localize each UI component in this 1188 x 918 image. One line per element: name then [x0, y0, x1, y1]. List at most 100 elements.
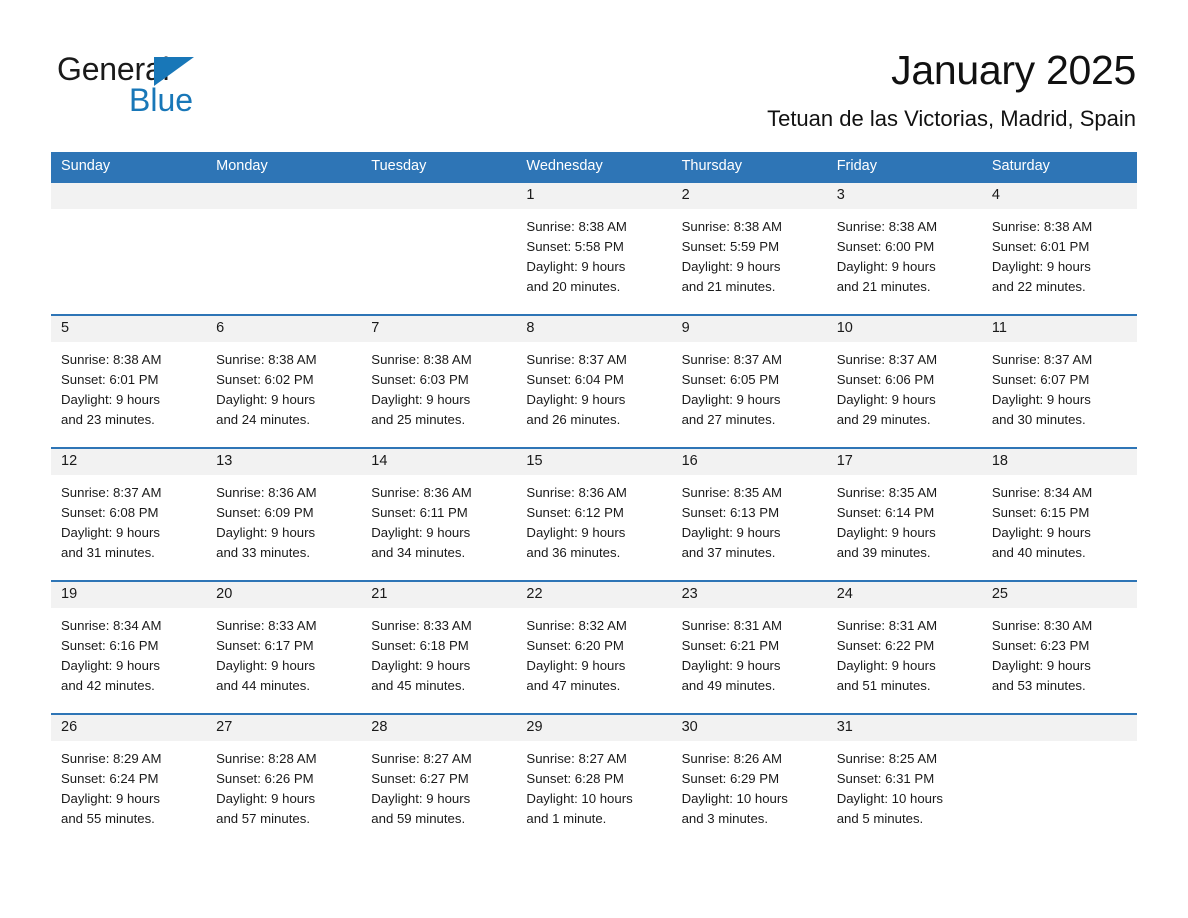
day-detail-line: Sunrise: 8:32 AM: [526, 617, 627, 633]
calendar-day-cell[interactable]: 10 Sunrise: 8:37 AM Sunset: 6:06 PM Dayligh…: [826, 315, 982, 438]
day-details: Sunrise: 8:38 AM Sunset: 5:59 PM Daylight:…: [672, 209, 827, 297]
day-details: Sunrise: 8:33 AM Sunset: 6:18 PM Daylight:…: [361, 608, 516, 696]
day-detail-line: Daylight: 9 hours: [681, 391, 781, 407]
calendar-day-cell[interactable]: 20 Sunrise: 8:33 AM Sunset: 6:17 PM Dayligh…: [206, 581, 362, 704]
day-detail-line: and 21 minutes.: [836, 278, 931, 294]
day-detail-line: Sunset: 6:17 PM: [216, 637, 314, 653]
date-number: 27: [216, 719, 233, 736]
calendar-week-row: 12 Sunrise: 8:37 AM Sunset: 6:08 PM Dayligh…: [51, 446, 1137, 571]
calendar-day-cell[interactable]: 16 Sunrise: 8:35 AM Sunset: 6:13 PM Dayligh…: [671, 448, 827, 571]
day-detail-line: and 55 minutes.: [61, 810, 155, 826]
day-detail-line: Sunrise: 8:35 AM: [681, 484, 782, 500]
day-detail-line: Sunrise: 8:37 AM: [526, 351, 627, 367]
day-details: Sunrise: 8:36 AM Sunset: 6:12 PM Daylight:…: [516, 475, 671, 563]
day-detail-line: Sunrise: 8:31 AM: [836, 617, 938, 633]
calendar-day-cell[interactable]: 31 Sunrise: 8:25 AM Sunset: 6:31 PM Dayligh…: [826, 714, 982, 837]
day-detail-line: and 20 minutes.: [526, 278, 621, 294]
day-detail-line: Daylight: 9 hours: [371, 524, 471, 540]
day-detail-line: and 33 minutes.: [216, 544, 310, 560]
calendar-day-cell[interactable]: 28 Sunrise: 8:27 AM Sunset: 6:27 PM Dayligh…: [361, 714, 517, 837]
calendar-day-cell[interactable]: 25 Sunrise: 8:30 AM Sunset: 6:23 PM Dayligh…: [981, 581, 1137, 704]
day-details: Sunrise: 8:37 AM Sunset: 6:08 PM Daylight:…: [51, 475, 206, 563]
calendar-day-cell[interactable]: 12 Sunrise: 8:37 AM Sunset: 6:08 PM Dayligh…: [51, 448, 207, 571]
date-band: 24: [826, 581, 982, 608]
page-title: January 2025: [891, 47, 1136, 93]
day-detail-line: Sunrise: 8:37 AM: [61, 484, 162, 500]
date-band: 28: [361, 714, 517, 741]
calendar-weeks: 1 Sunrise: 8:38 AM Sunset: 5:58 PM Daylight…: [51, 180, 1137, 837]
day-detail-line: and 45 minutes.: [371, 677, 466, 693]
day-detail-line: and 27 minutes.: [681, 411, 776, 427]
calendar-day-cell[interactable]: 11 Sunrise: 8:37 AM Sunset: 6:07 PM Dayligh…: [981, 315, 1137, 438]
day-of-week-header-row: Sunday Monday Tuesday Wednesday Thursday Frid…: [51, 151, 1137, 181]
day-details: Sunrise: 8:35 AM Sunset: 6:14 PM Daylight:…: [827, 475, 982, 563]
date-band: 3: [826, 182, 982, 209]
day-detail-line: Daylight: 9 hours: [216, 657, 316, 673]
day-detail-line: Daylight: 10 hours: [526, 790, 633, 806]
date-band: 9: [671, 315, 827, 342]
calendar-day-cell[interactable]: 5 Sunrise: 8:38 AM Sunset: 6:01 PM Daylight…: [51, 315, 207, 438]
date-band: 8: [516, 315, 672, 342]
day-detail-line: Sunrise: 8:36 AM: [371, 484, 472, 500]
calendar-day-cell[interactable]: 13 Sunrise: 8:36 AM Sunset: 6:09 PM Dayligh…: [206, 448, 362, 571]
date-number: 10: [836, 320, 853, 337]
calendar-day-cell[interactable]: 29 Sunrise: 8:27 AM Sunset: 6:28 PM Dayligh…: [516, 714, 672, 837]
calendar-day-cell[interactable]: 17 Sunrise: 8:35 AM Sunset: 6:14 PM Dayligh…: [826, 448, 982, 571]
calendar-day-cell[interactable]: 30 Sunrise: 8:26 AM Sunset: 6:29 PM Dayligh…: [671, 714, 827, 837]
day-detail-line: Sunset: 6:03 PM: [371, 371, 469, 387]
day-details: Sunrise: 8:27 AM Sunset: 6:27 PM Daylight:…: [361, 741, 516, 829]
calendar-day-cell[interactable]: 7 Sunrise: 8:38 AM Sunset: 6:03 PM Daylight…: [361, 315, 517, 438]
day-detail-line: Sunset: 5:59 PM: [681, 238, 780, 254]
date-band: 16: [671, 448, 827, 475]
day-detail-line: and 36 minutes.: [526, 544, 621, 560]
date-band: 31: [826, 714, 982, 741]
calendar-day-cell[interactable]: 6 Sunrise: 8:38 AM Sunset: 6:02 PM Daylight…: [206, 315, 362, 438]
day-detail-line: Sunset: 6:02 PM: [216, 371, 314, 387]
calendar-day-cell[interactable]: 3 Sunrise: 8:38 AM Sunset: 6:00 PM Daylight…: [826, 182, 982, 305]
logo-text-blue: Blue: [129, 82, 194, 118]
calendar-day-cell[interactable]: 19 Sunrise: 8:34 AM Sunset: 6:16 PM Dayligh…: [51, 581, 207, 704]
date-band: 14: [361, 448, 517, 475]
calendar-day-cell[interactable]: 24 Sunrise: 8:31 AM Sunset: 6:22 PM Dayligh…: [826, 581, 982, 704]
logo[interactable]: General Blue: [57, 47, 207, 119]
calendar-day-cell[interactable]: 26 Sunrise: 8:29 AM Sunset: 6:24 PM Dayligh…: [51, 714, 207, 837]
day-detail-line: Sunset: 6:04 PM: [526, 371, 624, 387]
calendar-cell-empty: [51, 182, 207, 305]
calendar-day-cell[interactable]: 18 Sunrise: 8:34 AM Sunset: 6:15 PM Dayligh…: [981, 448, 1137, 571]
page-subtitle: Tetuan de las Victorias, Madrid, Spain: [767, 106, 1136, 132]
day-detail-line: Sunset: 6:23 PM: [991, 637, 1090, 653]
calendar-day-cell[interactable]: 2 Sunrise: 8:38 AM Sunset: 5:59 PM Daylight…: [671, 182, 827, 305]
calendar-day-cell[interactable]: 27 Sunrise: 8:28 AM Sunset: 6:26 PM Dayligh…: [206, 714, 362, 837]
day-detail-line: Sunrise: 8:26 AM: [681, 750, 782, 766]
day-detail-line: and 21 minutes.: [681, 278, 776, 294]
date-number: 21: [371, 586, 388, 603]
day-detail-line: Sunrise: 8:38 AM: [371, 351, 472, 367]
day-details: Sunrise: 8:38 AM Sunset: 6:01 PM Daylight:…: [51, 342, 206, 430]
day-details: Sunrise: 8:34 AM Sunset: 6:15 PM Daylight:…: [982, 475, 1137, 563]
calendar-day-cell[interactable]: 21 Sunrise: 8:33 AM Sunset: 6:18 PM Dayligh…: [361, 581, 517, 704]
day-detail-line: Sunrise: 8:38 AM: [61, 351, 162, 367]
day-detail-line: Sunrise: 8:27 AM: [371, 750, 472, 766]
calendar-day-cell[interactable]: 22 Sunrise: 8:32 AM Sunset: 6:20 PM Dayligh…: [516, 581, 672, 704]
day-detail-line: and 23 minutes.: [61, 411, 155, 427]
day-detail-line: and 31 minutes.: [61, 544, 155, 560]
calendar-day-cell[interactable]: 15 Sunrise: 8:36 AM Sunset: 6:12 PM Dayligh…: [516, 448, 672, 571]
date-band: 20: [206, 581, 362, 608]
day-details: Sunrise: 8:37 AM Sunset: 6:04 PM Daylight:…: [516, 342, 671, 430]
date-number: 20: [216, 586, 233, 603]
day-detail-line: and 40 minutes.: [991, 544, 1086, 560]
day-detail-line: Daylight: 9 hours: [836, 258, 936, 274]
day-detail-line: Sunset: 6:31 PM: [836, 770, 935, 786]
day-of-week-header: Thursday: [681, 158, 743, 175]
calendar-week-row: 26 Sunrise: 8:29 AM Sunset: 6:24 PM Dayligh…: [51, 712, 1137, 837]
calendar-day-cell[interactable]: 1 Sunrise: 8:38 AM Sunset: 5:58 PM Daylight…: [516, 182, 672, 305]
day-details: Sunrise: 8:36 AM Sunset: 6:11 PM Daylight:…: [361, 475, 516, 563]
calendar-day-cell[interactable]: 4 Sunrise: 8:38 AM Sunset: 6:01 PM Daylight…: [981, 182, 1137, 305]
date-band: 7: [361, 315, 517, 342]
calendar-day-cell[interactable]: 14 Sunrise: 8:36 AM Sunset: 6:11 PM Dayligh…: [361, 448, 517, 571]
calendar-day-cell[interactable]: 8 Sunrise: 8:37 AM Sunset: 6:04 PM Daylight…: [516, 315, 672, 438]
day-detail-line: Daylight: 9 hours: [991, 657, 1091, 673]
calendar-day-cell[interactable]: 23 Sunrise: 8:31 AM Sunset: 6:21 PM Dayligh…: [671, 581, 827, 704]
date-band: [51, 182, 207, 209]
calendar-day-cell[interactable]: 9 Sunrise: 8:37 AM Sunset: 6:05 PM Daylight…: [671, 315, 827, 438]
